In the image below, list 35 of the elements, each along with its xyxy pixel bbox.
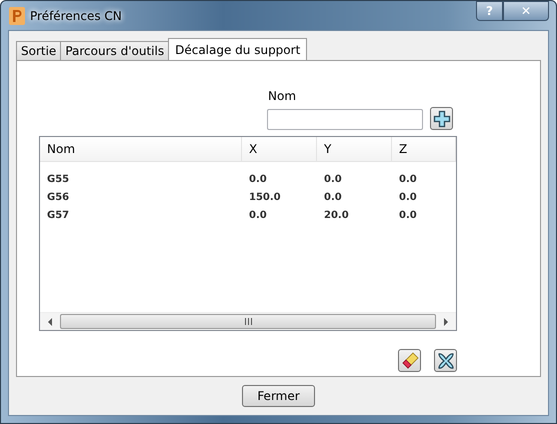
table-cell-text: 150.0 — [248, 192, 282, 202]
app-logo-icon — [9, 6, 25, 24]
cross-icon — [436, 352, 454, 370]
table-cell-text: G56 — [46, 192, 70, 202]
horizontal-scrollbar[interactable] — [40, 312, 456, 330]
close-dialog-button[interactable]: Fermer — [242, 385, 315, 407]
table-cell-text: G55 — [46, 174, 70, 184]
table-cell-text: 0.0 — [398, 192, 418, 202]
table-cell-text: 0.0 — [323, 174, 343, 184]
tab[interactable]: Décalage du support — [168, 38, 308, 60]
table-cell-text: 20.0 — [323, 210, 350, 220]
add-button[interactable] — [430, 107, 453, 130]
table-cell-text: 0.0 — [323, 192, 343, 202]
table-cell-text: G57 — [46, 210, 70, 220]
table-cell-text: 0.0 — [398, 210, 418, 220]
column-header[interactable]: Y — [317, 137, 392, 161]
table-cell-text: 0.0 — [248, 174, 268, 184]
table-cell-text: 0.0 — [398, 174, 418, 184]
name-input-field[interactable] — [267, 109, 423, 130]
tab[interactable]: Parcours d'outils — [60, 41, 170, 60]
scrollbar-thumb[interactable] — [60, 314, 436, 329]
column-header[interactable]: Nom — [40, 137, 242, 161]
grip-icon — [244, 318, 252, 325]
window-title: Préférences CN — [30, 8, 122, 22]
tab[interactable]: Sortie — [16, 41, 62, 60]
scroll-right-icon[interactable] — [443, 318, 449, 326]
field-label: Nom — [267, 89, 298, 103]
clear-button[interactable] — [398, 349, 421, 372]
eraser-icon — [400, 352, 418, 370]
column-header[interactable]: X — [242, 137, 317, 161]
table-cell-text: 0.0 — [248, 210, 268, 220]
plus-icon — [432, 110, 450, 128]
scroll-left-icon[interactable] — [47, 318, 53, 326]
delete-button[interactable] — [434, 349, 457, 372]
column-header[interactable]: Z — [392, 137, 456, 161]
